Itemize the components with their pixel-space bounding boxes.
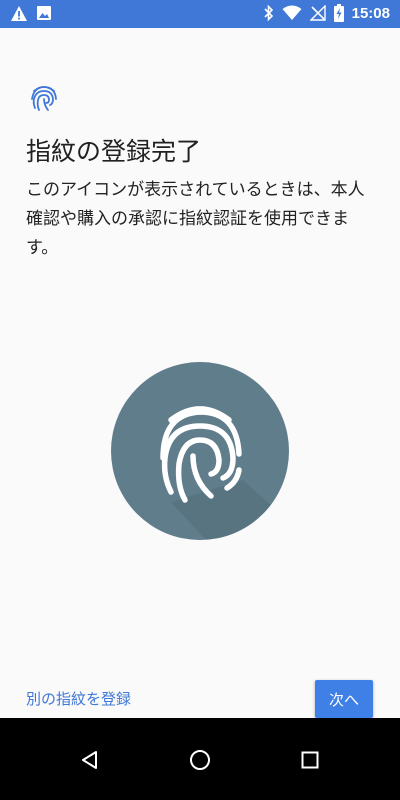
add-another-fingerprint-link[interactable]: 別の指紋を登録: [26, 688, 131, 709]
main-content: 指紋の登録完了 このアイコンが表示されているときは、本人確認や購入の承認に指紋認…: [0, 28, 400, 718]
status-bar: 15:08: [0, 0, 400, 28]
recents-icon[interactable]: [301, 751, 319, 769]
status-time: 15:08: [351, 4, 390, 22]
wifi-icon: [282, 5, 302, 20]
home-icon[interactable]: [189, 749, 211, 771]
battery-charging-icon: [333, 4, 344, 22]
page-title: 指紋の登録完了: [26, 137, 202, 166]
bluetooth-icon: [264, 4, 273, 22]
fingerprint-icon: [31, 86, 57, 111]
image-icon: [37, 6, 51, 20]
fingerprint-circle-icon: [111, 362, 289, 540]
next-button[interactable]: 次へ: [315, 680, 373, 718]
back-icon[interactable]: [80, 750, 100, 770]
warning-icon: [11, 6, 27, 21]
signal-off-icon: [309, 5, 326, 21]
navigation-bar: [0, 718, 400, 800]
page-description: このアイコンが表示されているときは、本人確認や購入の承認に指紋認証を使用できます…: [26, 180, 365, 258]
status-right-icons: 15:08: [264, 4, 390, 22]
status-left-icons: [10, 5, 52, 22]
